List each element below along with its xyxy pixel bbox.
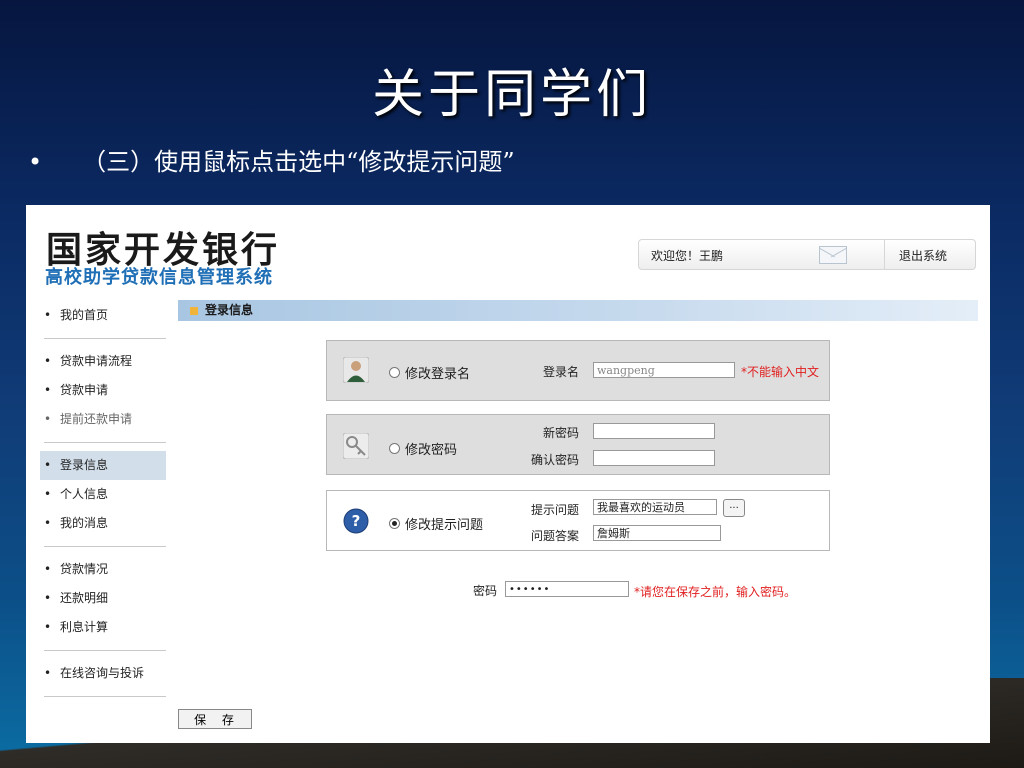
password-radio-label: 修改密码 <box>405 443 458 458</box>
question-icon: ? <box>343 508 369 534</box>
system-name: 高校助学贷款信息管理系统 <box>45 267 273 288</box>
bullet-text: （三）使用鼠标点击选中“修改提示问题” <box>82 148 515 176</box>
new-password-label: 新密码 <box>542 426 579 440</box>
section-header: 登录信息 <box>178 300 978 321</box>
user-icon <box>343 357 369 383</box>
mail-icon[interactable] <box>819 246 847 264</box>
save-button[interactable]: 保 存 <box>178 709 252 729</box>
app-screenshot: 国家开发银行 高校助学贷款信息管理系统 欢迎您！王鹏 退出系统 我的首页贷款申请… <box>26 205 990 743</box>
welcome-text: 欢迎您！王鹏 <box>651 249 724 263</box>
svg-text:?: ? <box>352 512 361 530</box>
logout-link[interactable]: 退出系统 <box>899 247 947 264</box>
save-password-input[interactable]: •••••• <box>505 581 629 597</box>
hint-answer-input[interactable]: 詹姆斯 <box>593 525 721 541</box>
sidebar-item[interactable]: 我的消息 <box>40 509 166 538</box>
password-radio[interactable]: 修改密码 <box>389 439 457 458</box>
login-name-label: 登录名 <box>542 365 579 379</box>
sidebar-item[interactable]: 还款明细 <box>40 584 166 613</box>
password-radio-circle[interactable] <box>389 443 400 454</box>
confirm-password-label: 确认密码 <box>530 453 579 467</box>
top-bar-divider <box>884 240 885 269</box>
hint-question-more-button[interactable]: ... <box>723 499 745 517</box>
sidebar-item[interactable]: 提前还款申请 <box>40 405 166 434</box>
slide-bullet: • （三）使用鼠标点击选中“修改提示问题” <box>28 142 515 177</box>
top-bar: 欢迎您！王鹏 退出系统 <box>638 239 976 270</box>
confirm-password-field-label: 密码 <box>473 584 498 598</box>
login-name-radio[interactable]: 修改登录名 <box>389 363 470 382</box>
bullet-dot: • <box>28 148 43 176</box>
question-radio-circle[interactable] <box>389 518 400 529</box>
question-radio[interactable]: 修改提示问题 <box>389 514 483 533</box>
sidebar-divider <box>44 546 166 547</box>
sidebar-item[interactable]: 登录信息 <box>40 451 166 480</box>
sidebar-divider <box>44 442 166 443</box>
sidebar-divider <box>44 338 166 339</box>
section-bullet-icon <box>190 306 198 315</box>
login-name-panel: 修改登录名 登录名 wangpeng *不能输入中文 <box>326 340 830 401</box>
login-name-radio-label: 修改登录名 <box>405 367 471 382</box>
sidebar-divider <box>44 696 166 697</box>
new-password-input[interactable] <box>593 423 715 439</box>
hint-answer-label: 问题答案 <box>530 529 579 543</box>
sidebar-item[interactable]: 我的首页 <box>40 301 166 330</box>
sidebar-item[interactable]: 贷款情况 <box>40 555 166 584</box>
key-icon <box>343 433 369 459</box>
login-name-radio-circle[interactable] <box>389 367 400 378</box>
login-name-input[interactable]: wangpeng <box>593 362 735 378</box>
login-name-hint: *不能输入中文 <box>741 365 820 379</box>
sidebar-item[interactable]: 贷款申请 <box>40 376 166 405</box>
sidebar-divider <box>44 650 166 651</box>
sidebar: 我的首页贷款申请流程贷款申请提前还款申请登录信息个人信息我的消息贷款情况还款明细… <box>40 301 166 705</box>
sidebar-item[interactable]: 利息计算 <box>40 613 166 642</box>
sidebar-item[interactable]: 个人信息 <box>40 480 166 509</box>
section-title: 登录信息 <box>205 303 254 317</box>
sidebar-item[interactable]: 贷款申请流程 <box>40 347 166 376</box>
save-password-hint: *请您在保存之前，输入密码。 <box>634 585 797 599</box>
sidebar-item[interactable]: 在线咨询与投诉 <box>40 659 166 688</box>
question-radio-label: 修改提示问题 <box>405 518 484 533</box>
confirm-password-input[interactable] <box>593 450 715 466</box>
hint-question-label: 提示问题 <box>530 503 579 517</box>
question-panel: ? 修改提示问题 提示问题 我最喜欢的运动员 ... 问题答案 詹姆斯 <box>326 490 830 551</box>
slide-title: 关于同学们 <box>371 65 652 125</box>
hint-question-input[interactable]: 我最喜欢的运动员 <box>593 499 717 515</box>
password-panel: 修改密码 新密码 确认密码 <box>326 414 830 475</box>
